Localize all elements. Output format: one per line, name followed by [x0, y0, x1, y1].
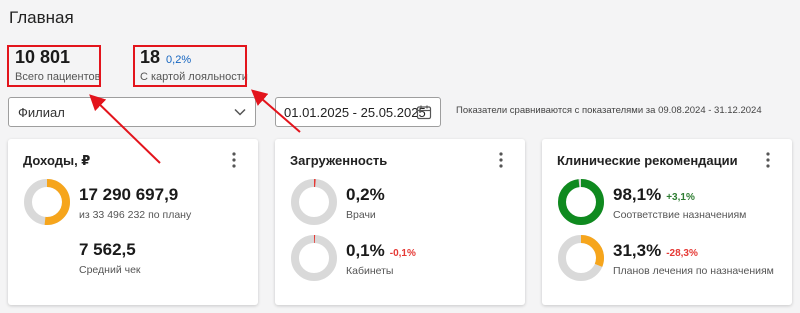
treatment-plans-value: 31,3% — [613, 241, 662, 260]
annotation-box-loyalty — [133, 45, 247, 87]
annotation-box-patients — [7, 45, 101, 87]
treatment-plans-label: Планов лечения по назначениям — [613, 265, 774, 277]
date-range-value: 01.01.2025 - 25.05.2025 — [284, 105, 426, 120]
treatment-plans-delta: -28,3% — [666, 248, 698, 259]
doctors-load-metric: 0,2% Врачи — [346, 185, 385, 221]
compliance-delta: +3,1% — [666, 192, 695, 203]
load-card: Загруженность 0,2% Врачи 0,1% -0,1% Кабин… — [275, 139, 525, 305]
compliance-value: 98,1% — [613, 185, 662, 204]
rooms-load-metric: 0,1% -0,1% Кабинеты — [346, 241, 416, 277]
doctors-load-label: Врачи — [346, 209, 376, 221]
load-card-title: Загруженность — [290, 153, 388, 168]
clinical-recommendations-card: Клинические рекомендации 98,1% +3,1% Соот… — [542, 139, 792, 305]
rooms-load-value-row: 0,1% -0,1% — [346, 241, 416, 261]
income-card-title: Доходы, ₽ — [23, 153, 91, 168]
average-check-metric: 7 562,5 Средний чек — [79, 240, 141, 276]
more-menu-icon[interactable] — [760, 151, 776, 169]
income-plan-label: из 33 496 232 по плану — [79, 209, 192, 221]
date-range-input[interactable]: 01.01.2025 - 25.05.2025 — [275, 97, 441, 127]
branch-select-label: Филиал — [18, 105, 65, 120]
income-plan-donut — [24, 179, 70, 225]
comparison-period-note: Показатели сравниваются с показателями з… — [456, 105, 762, 116]
compliance-metric: 98,1% +3,1% Соответствие назначениям — [613, 185, 746, 221]
average-check-label: Средний чек — [79, 264, 141, 276]
clinical-card-title: Клинические рекомендации — [557, 153, 738, 168]
doctors-load-value: 0,2% — [346, 185, 385, 204]
income-metric: 17 290 697,9 из 33 496 232 по плану — [79, 185, 191, 221]
rooms-load-label: Кабинеты — [346, 265, 394, 277]
treatment-plans-value-row: 31,3% -28,3% — [613, 241, 774, 261]
treatment-plans-donut — [558, 235, 604, 281]
page-title: Главная — [9, 8, 74, 27]
doctors-load-donut — [291, 179, 337, 225]
calendar-icon[interactable] — [416, 104, 432, 120]
rooms-load-delta: -0,1% — [389, 248, 416, 259]
income-card: Доходы, ₽ 17 290 697,9 из 33 496 232 по … — [8, 139, 258, 305]
compliance-donut — [558, 179, 604, 225]
chevron-down-icon — [234, 108, 246, 116]
rooms-load-donut — [291, 235, 337, 281]
more-menu-icon[interactable] — [493, 151, 509, 169]
treatment-plans-metric: 31,3% -28,3% Планов лечения по назначения… — [613, 241, 774, 277]
more-menu-icon[interactable] — [226, 151, 242, 169]
average-check-value: 7 562,5 — [79, 240, 136, 259]
compliance-value-row: 98,1% +3,1% — [613, 185, 746, 205]
branch-select[interactable]: Филиал — [8, 97, 256, 127]
income-value: 17 290 697,9 — [79, 185, 179, 204]
compliance-label: Соответствие назначениям — [613, 209, 747, 221]
rooms-load-value: 0,1% — [346, 241, 385, 260]
